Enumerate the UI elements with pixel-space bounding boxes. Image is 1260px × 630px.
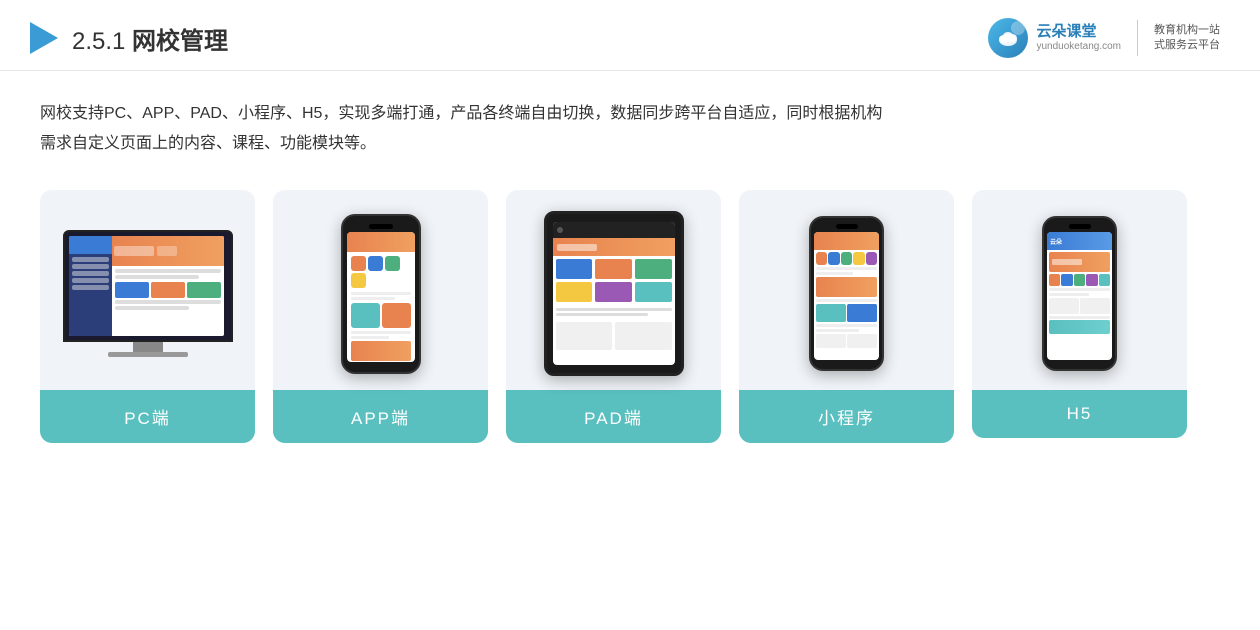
phone-screen (347, 232, 415, 362)
brand-name: 云朵课堂 (1036, 23, 1121, 41)
phone-notch (369, 224, 393, 229)
brand-icon (988, 18, 1028, 58)
card-pc-label: PC端 (40, 390, 255, 443)
mini-phone-mockup (809, 216, 884, 371)
content: 网校支持PC、APP、PAD、小程序、H5，实现多端打通，产品各终端自由切换，数… (0, 71, 1260, 463)
card-pad-image (506, 190, 721, 390)
card-mini-label: 小程序 (739, 390, 954, 443)
pad-screen (553, 222, 675, 365)
phone-content (347, 252, 415, 362)
brand-domain: yunduoketang.com (1036, 41, 1121, 53)
header: 2.5.1 网校管理 云朵课堂 yunduoketang.com (0, 0, 1260, 71)
brand-text: 云朵课堂 yunduoketang.com (1036, 23, 1121, 53)
card-pad: PAD端 (506, 190, 721, 443)
card-app: APP端 (273, 190, 488, 443)
pc-sidebar (69, 236, 112, 336)
header-left: 2.5.1 网校管理 (30, 21, 228, 56)
h5-phone-notch (1069, 224, 1091, 229)
pc-mockup (63, 230, 233, 357)
card-h5-label: H5 (972, 390, 1187, 438)
pc-main (112, 236, 224, 336)
app-phone-mockup (341, 214, 421, 374)
pc-stand (63, 342, 233, 357)
card-app-label: APP端 (273, 390, 488, 443)
mini-screen-header (814, 232, 879, 250)
brand-slogan-line1: 教育机构一站 (1154, 23, 1220, 38)
mini-phone-notch (836, 224, 858, 229)
card-app-image (273, 190, 488, 390)
header-right: 云朵课堂 yunduoketang.com 教育机构一站 式服务云平台 (988, 18, 1220, 58)
h5-phone-screen: 云朵 (1047, 232, 1112, 360)
logo-triangle-icon (30, 22, 58, 54)
card-mini-image (739, 190, 954, 390)
card-h5: 云朵 (972, 190, 1187, 438)
brand-slogan: 教育机构一站 式服务云平台 (1154, 23, 1220, 54)
description-line2: 需求自定义页面上的内容、课程、功能模块等。 (40, 135, 376, 152)
pad-mockup (544, 211, 684, 376)
card-pad-label: PAD端 (506, 390, 721, 443)
page: 2.5.1 网校管理 云朵课堂 yunduoketang.com (0, 0, 1260, 630)
card-pc: PC端 (40, 190, 255, 443)
mini-phone-screen (814, 232, 879, 360)
phone-header (347, 232, 415, 252)
pc-screen-wrapper (63, 230, 233, 342)
divider (1137, 20, 1138, 56)
pc-screen (69, 236, 224, 336)
brand-slogan-line2: 式服务云平台 (1154, 38, 1220, 53)
card-pc-image (40, 190, 255, 390)
page-title: 2.5.1 网校管理 (72, 21, 228, 56)
cloud-icon (997, 27, 1019, 49)
card-h5-image: 云朵 (972, 190, 1187, 390)
description: 网校支持PC、APP、PAD、小程序、H5，实现多端打通，产品各终端自由切换，数… (40, 99, 1220, 160)
card-mini: 小程序 (739, 190, 954, 443)
brand-logo: 云朵课堂 yunduoketang.com (988, 18, 1121, 58)
description-line1: 网校支持PC、APP、PAD、小程序、H5，实现多端打通，产品各终端自由切换，数… (40, 105, 882, 122)
cards-row: PC端 (40, 190, 1220, 443)
h5-phone-mockup: 云朵 (1042, 216, 1117, 371)
